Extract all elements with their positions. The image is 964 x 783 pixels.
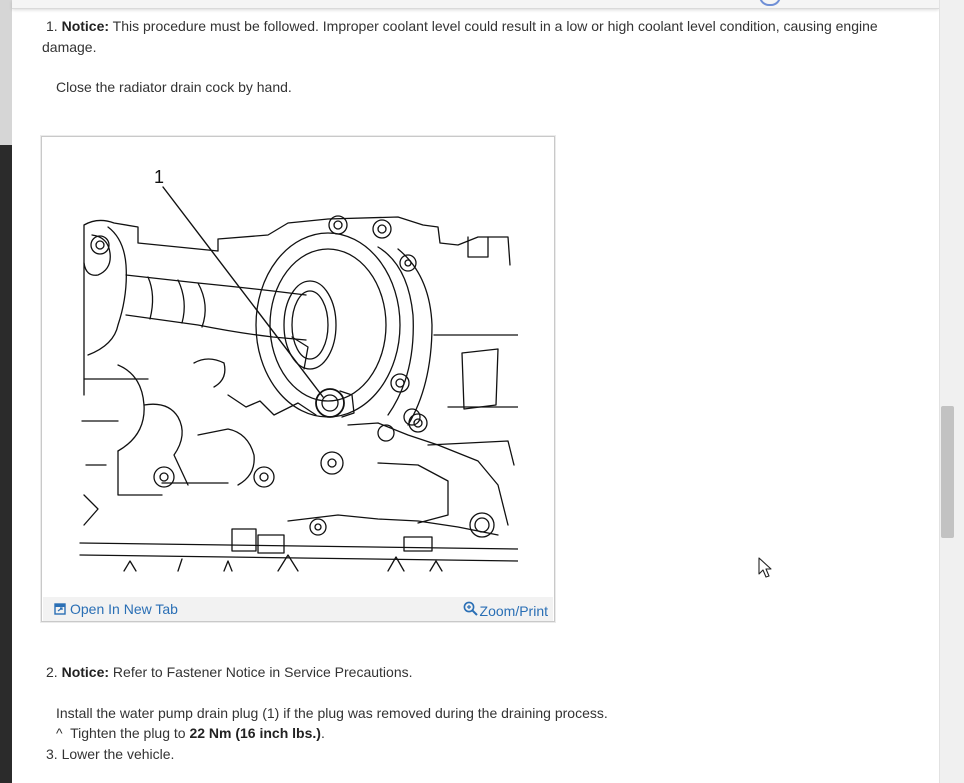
step-1-notice-label: Notice: bbox=[61, 18, 110, 34]
spec-prefix: Tighten the plug to bbox=[70, 725, 186, 741]
figure-action-bar: Open In New Tab Zoom/Print bbox=[43, 597, 553, 621]
open-new-tab-icon bbox=[54, 603, 66, 615]
step-1-notice-text: This procedure must be followed. Imprope… bbox=[112, 18, 878, 34]
step-2-notice-text: Refer to Fastener Notice in Service Prec… bbox=[112, 664, 413, 680]
step-1-notice-cont: damage. bbox=[42, 39, 97, 55]
spec-suffix: . bbox=[320, 725, 325, 741]
step-1-notice: 1. Notice: This procedure must be follow… bbox=[46, 16, 878, 37]
step-3: 3. Lower the vehicle. bbox=[46, 744, 174, 765]
step-2-notice-label: Notice: bbox=[61, 664, 110, 680]
mouse-cursor-icon bbox=[758, 557, 772, 578]
left-edge-highlight bbox=[0, 0, 12, 145]
scrollbar-track[interactable] bbox=[939, 0, 964, 783]
step-2-instruction: Install the water pump drain plug (1) if… bbox=[56, 705, 608, 721]
step-1-instruction: Close the radiator drain cock by hand. bbox=[56, 79, 292, 95]
scrollbar-thumb[interactable] bbox=[941, 406, 954, 538]
step-2-torque-spec: ^ Tighten the plug to 22 Nm (16 inch lbs… bbox=[56, 723, 325, 744]
water-pump-drain-plug-illustration bbox=[79, 186, 518, 572]
zoom-print-link[interactable]: Zoom/Print bbox=[463, 601, 548, 620]
spec-value: 22 Nm (16 inch lbs.) bbox=[189, 725, 321, 741]
top-header-strip bbox=[12, 0, 939, 9]
step-2-notice: 2. Notice: Refer to Fastener Notice in S… bbox=[46, 662, 413, 683]
step-1-number: 1. bbox=[46, 18, 58, 34]
step-3-number: 3. bbox=[46, 746, 58, 762]
step-3-text: Lower the vehicle. bbox=[61, 746, 175, 762]
left-window-edge bbox=[0, 0, 12, 783]
zoom-print-label: Zoom/Print bbox=[479, 603, 548, 619]
spec-marker: ^ bbox=[56, 725, 63, 741]
zoom-magnifier-icon bbox=[463, 601, 478, 616]
step-2-number: 2. bbox=[46, 664, 58, 680]
illustration-figure: 1 Open In New Tab Zoom/Print bbox=[41, 136, 555, 622]
figure-callout-1: 1 bbox=[154, 167, 165, 187]
open-in-new-tab-label: Open In New Tab bbox=[70, 601, 178, 617]
open-in-new-tab-link[interactable]: Open In New Tab bbox=[54, 601, 178, 618]
